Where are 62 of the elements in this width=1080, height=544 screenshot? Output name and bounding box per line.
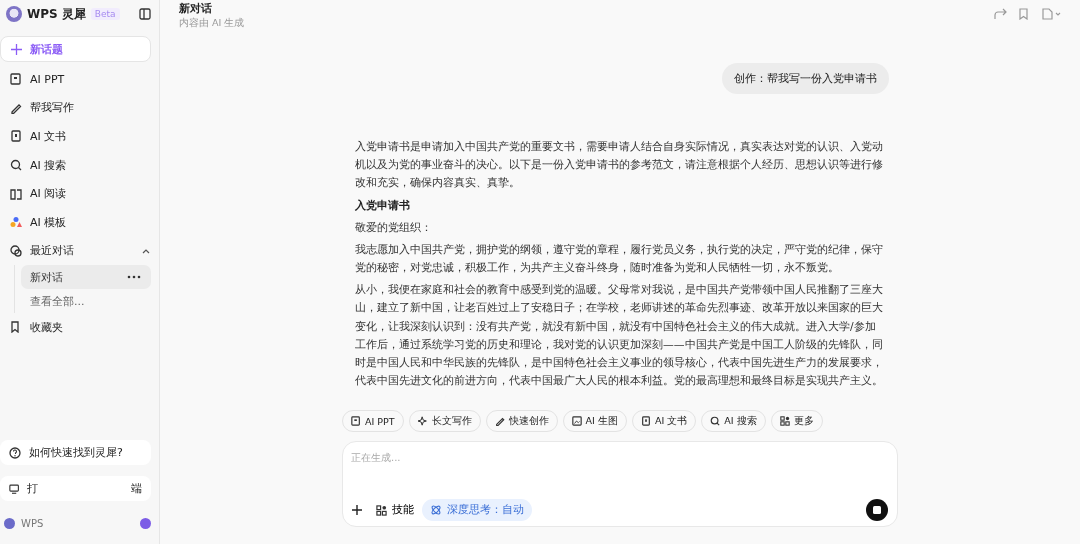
plus-icon[interactable] xyxy=(351,504,363,516)
ai-disclaimer: 内容由 AI 生成 xyxy=(179,17,245,30)
pen-icon xyxy=(494,416,505,426)
tool-chip[interactable]: AI 搜索 xyxy=(701,410,766,432)
recent-chats-header[interactable]: 最近对话 xyxy=(0,236,151,266)
document-icon xyxy=(640,416,651,426)
tool-chip[interactable]: AI 生图 xyxy=(562,410,627,432)
answer-paragraph: 入党申请书是申请加入中国共产党的重要文书，需要申请人结合自身实际情况，真实表达对党的认识、入党动机以及为党的事业奋斗的决心。以下是一份入党申请书的参考范文，请注意根据个人经历、思想认识等进行修改和充实，确保内容真实、真挚。 xyxy=(355,139,884,192)
tool-chip[interactable]: 更多 xyxy=(770,410,823,432)
grid-icon xyxy=(376,504,387,516)
sidebar-item[interactable]: 帮我写作 xyxy=(0,93,151,123)
tool-chip[interactable]: 长文写作 xyxy=(408,410,481,432)
tool-chip[interactable]: AI PPT xyxy=(342,410,404,432)
sidebar-item[interactable]: AI 搜索 xyxy=(0,150,151,180)
image-icon xyxy=(571,416,582,426)
answer-heading: 入党申请书 xyxy=(355,197,411,214)
tool-chip[interactable]: 快速创作 xyxy=(485,410,558,432)
more-icon[interactable] xyxy=(127,275,141,280)
plus-icon xyxy=(11,43,22,55)
app-name: WPS 灵犀 xyxy=(27,5,86,23)
recent-chat-item[interactable]: 新对话 xyxy=(21,265,151,290)
beta-badge: Beta xyxy=(90,8,120,20)
slide-icon xyxy=(351,416,361,426)
input-field[interactable]: 正在生成... xyxy=(351,450,888,465)
recent-chat-item[interactable]: 查看全部... xyxy=(21,289,151,314)
user-name: WPS xyxy=(21,517,44,529)
avatar-icon[interactable] xyxy=(4,517,15,529)
export-icon[interactable] xyxy=(1042,8,1062,20)
link-icon[interactable] xyxy=(140,517,151,529)
help-button[interactable]: 如何快速找到灵犀? xyxy=(0,440,151,465)
sidebar-item[interactable]: AI 阅读 xyxy=(0,179,151,208)
chat-title: 新对话 xyxy=(179,1,213,16)
grid-icon xyxy=(779,416,790,426)
chat-icon xyxy=(10,244,22,257)
new-topic-button[interactable]: 新话题 xyxy=(0,36,151,62)
search-icon xyxy=(10,159,22,172)
stop-button[interactable] xyxy=(866,499,888,521)
sidebar-item[interactable]: AI 文书 xyxy=(0,122,151,151)
deep-think-button[interactable]: 深度思考：自动 xyxy=(422,499,532,521)
slide-icon xyxy=(10,73,22,86)
document-icon xyxy=(10,130,22,143)
bookmark-icon xyxy=(10,321,22,334)
help-icon xyxy=(9,446,21,459)
answer-paragraph: 敬爱的党组织： xyxy=(355,219,433,236)
sidebar-toggle-icon[interactable] xyxy=(139,8,151,20)
tool-chip[interactable]: AI 文书 xyxy=(631,410,697,432)
search-icon xyxy=(710,416,721,426)
atom-icon xyxy=(430,504,442,516)
answer-paragraph: 从小，我便在家庭和社会的教育中感受到党的温暖。父母常对我说，是中国共产党带领中国人民推翻了三座大山，建立了新中国，让老百姓过上了安稳日子；在学校，老师讲述的革命先烈事迹、改革开放以来国家的巨大变化，让我深刻认识到：没有共产党，就没有新中国，就没有中国特色社会主义的伟大成就。进入大学/参加工作后，通过系统学习党的历史和理论，我对党的认识更加深刻——中国共产党是中国工人阶级的先锋队，同时是中国人民和中华民族的先锋队，是中国特色社会主义事业的领导核心，代表中国先进生产力的发展要求，代表中国先进文化的前进方向，代表中国最广大人民的根本利益。党的最高理想和最终目标是实现共产主义。 xyxy=(355,282,884,390)
desktop-button[interactable]: 打 端 xyxy=(0,476,151,501)
favorites-item[interactable]: 收藏夹 xyxy=(0,313,151,342)
sparkle-icon xyxy=(417,416,428,426)
share-icon[interactable] xyxy=(994,8,1007,20)
user-message: 创作：帮我写一份入党申请书 xyxy=(722,63,889,94)
skills-button[interactable]: 技能 xyxy=(376,503,414,517)
answer-paragraph: 我志愿加入中国共产党，拥护党的纲领，遵守党的章程，履行党员义务，执行党的决定，严守党的纪律，保守党的秘密，对党忠诚，积极工作，为共产主义奋斗终身，随时准备为党和人民牺牲一切，永不叛党。 xyxy=(355,241,884,276)
monitor-icon xyxy=(9,482,20,495)
shapes-icon xyxy=(10,216,22,229)
logo-icon xyxy=(6,6,22,22)
sidebar-item[interactable]: AI PPT xyxy=(0,65,151,94)
sidebar-item[interactable]: AI 模板 xyxy=(0,207,151,237)
book-icon xyxy=(10,187,22,200)
